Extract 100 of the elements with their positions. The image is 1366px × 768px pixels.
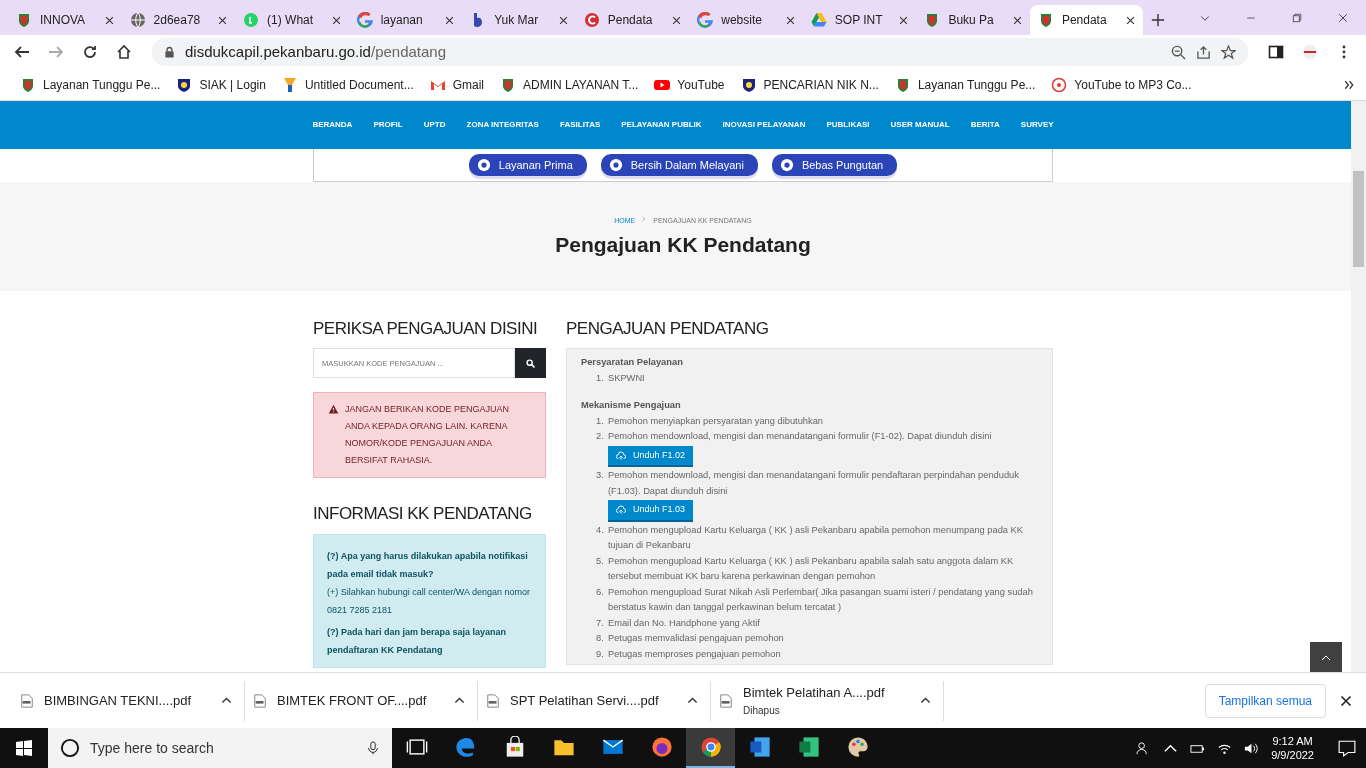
shield-icon [176,76,193,93]
nav-link[interactable]: BERITA [970,119,1000,131]
browser-tab[interactable]: website [689,5,803,35]
scrollbar-thumb[interactable] [1353,171,1364,267]
nav-link[interactable]: ZONA INTEGRITAS [466,119,539,131]
close-icon [104,15,114,25]
browser-tab[interactable]: layanan [348,5,463,35]
windows-logo-icon [16,740,32,756]
spreadsheet-app-icon [797,736,820,758]
warning-message: JANGAN BERIKAN KODE PENGAJUAN ANDA KEPADA ORANG LAIN. KARENA NOMOR/KODE PENGAJUAN ANDA BERSIFAT RAHASIA. [345,403,511,468]
chat-bubble-icon [243,12,260,28]
download-button[interactable]: Unduh F1.02 [608,445,694,468]
fox-globe-icon [650,736,673,758]
crest-icon [20,76,36,93]
home-icon[interactable] [116,44,132,60]
pdf-file-icon [253,692,267,709]
list-number: 1. [596,414,605,428]
section-heading: INFORMASI KK PENDATANG [313,504,533,525]
close-icon [672,15,682,25]
taskbar-search-field[interactable]: Type here to search [48,728,392,768]
list-item-text: Email dan No. Handphone yang Aktif [608,616,760,630]
browser-tab[interactable]: Buku Pa [916,5,1030,35]
list-number: 6. [596,585,605,599]
microphone-icon [366,740,380,756]
nav-link[interactable]: INOVASI PELAYANAN [722,119,806,131]
lock-icon [164,46,175,58]
bookmark-link[interactable]: Gmail [452,75,484,94]
bookmark-link[interactable]: Layanan Tunggu Pe... [43,75,161,94]
section-heading: PERIKSA PENGAJUAN DISINI [313,319,539,340]
close-icon [1012,15,1022,25]
banner-badge: Layanan Prima [468,153,587,177]
browser-tab[interactable]: INNOVA [8,5,122,35]
warning-icon [328,404,339,415]
browser-tab[interactable]: 2d6ea78 [121,5,236,35]
chrome-logo-icon [699,736,722,758]
list-number: 3. [596,469,605,483]
close-icon [558,15,568,25]
bookmark-link[interactable]: YouTube [677,75,725,94]
cloud-upload-icon [616,505,626,516]
nav-link[interactable]: BERANDA [312,119,353,131]
show-all-button[interactable]: Tampilkan semua [1204,683,1326,718]
torch-icon [281,76,298,93]
browser-tab[interactable]: Pendata [575,5,690,35]
side-panel-icon[interactable] [1268,44,1284,60]
nav-link[interactable]: SURVEY [1020,119,1054,131]
browser-tab[interactable]: Yuk Mar [462,5,576,35]
bookmark-link[interactable]: YouTube to MP3 Co... [1074,75,1192,94]
list-item-text: Pemohon mendownload, mengisi dan menandatangani formulir (F1-02). Dapat diunduh disini [608,430,992,444]
crest-icon [16,12,32,28]
scrollbar[interactable] [1351,101,1366,672]
download-item[interactable]: SPT Pelatihan Servi....pdf [478,680,711,721]
list-number: 2. [596,430,605,444]
task-view-icon [405,736,428,758]
bookmark-link[interactable]: Untitled Document... [304,75,414,94]
clock-time: 9:12 AM [1271,734,1314,748]
zoom-out-icon [1171,44,1186,60]
notification-icon [1338,739,1356,757]
faq-answer: (+) Silahkan hubungi call center/WA dengan nomor 0821 7285 2181 [327,585,532,617]
list-number: 5. [596,554,605,568]
nav-link[interactable]: PROFIL [373,119,403,131]
list-number: 1. [596,371,605,385]
reload-icon[interactable] [82,44,98,60]
browser-tab[interactable]: (1) What [235,5,349,35]
palette-icon [846,736,869,758]
browser-tab[interactable]: SOP INT [802,5,917,35]
nav-link[interactable]: USER MANUAL [890,119,950,131]
list-item-text: Pemohon mendownload, mengisi dan menandatangani formulir pendaftaran perpindahan penduduk (F1.03). Dapat diunduh disini [608,469,1020,498]
search-button[interactable] [515,348,546,379]
faq-question: (?) Pada hari dan jam berapa saja layanan pendaftaran KK Pendatang [327,625,508,657]
nav-link[interactable]: PUBLIKASI [826,119,870,131]
list-number: 4. [596,523,605,537]
profile-avatar-icon[interactable] [1302,44,1318,60]
download-item[interactable]: BIMBINGAN TEKNI....pdf [12,680,245,721]
download-item[interactable]: BIMTEK FRONT OF....pdf [245,680,478,721]
address-bar[interactable]: disdukcapil.pekanbaru.go.id/pendatang [152,38,1248,66]
download-item[interactable]: Bimtek Pelatihan A....pdf Dihapus [711,680,944,721]
google-icon [697,12,714,28]
shield-icon [740,76,757,93]
search-circle-icon [60,738,80,758]
back-arrow-icon[interactable] [14,44,30,60]
bookmark-link[interactable]: SIAK | Login [199,75,266,94]
restore-icon [1291,11,1303,24]
list-item-text: Pemohon mengupload Kartu Keluarga ( KK ) asli Pekanbaru apabila pemohon menumpang pada KK tujuan di Pekanbaru [608,523,1024,553]
list-item-text: Pemohon mengupload Kartu Keluarga ( KK ) asli Pekanbaru apabila salah satu anggota dalam KK tersebut membuat KK baru karena perkawinan dengan pemohon [608,554,1015,584]
nav-link[interactable]: UPTD [423,119,446,131]
download-button[interactable]: Unduh F1.03 [608,500,694,522]
close-icon [445,15,455,25]
e-logo-icon [454,736,477,758]
bookmark-link[interactable]: PENCARIAN NIK N... [763,75,879,94]
bookmark-link[interactable]: Layanan Tunggu Pe... [917,75,1036,94]
browser-tab[interactable]: Pendata [1029,5,1144,35]
ring-icon [1051,76,1068,93]
nav-link[interactable]: FASILITAS [559,119,601,131]
taskbar-app[interactable] [686,728,735,768]
bookmark-link[interactable]: ADMIN LAYANAN T... [523,75,639,94]
chevron-up-icon [221,695,232,706]
nav-link[interactable]: PELAYANAN PUBLIK [621,119,702,131]
page-title: Pengajuan KK Pendatang [555,232,811,258]
globe-icon [129,12,146,28]
star-icon [1221,44,1236,60]
